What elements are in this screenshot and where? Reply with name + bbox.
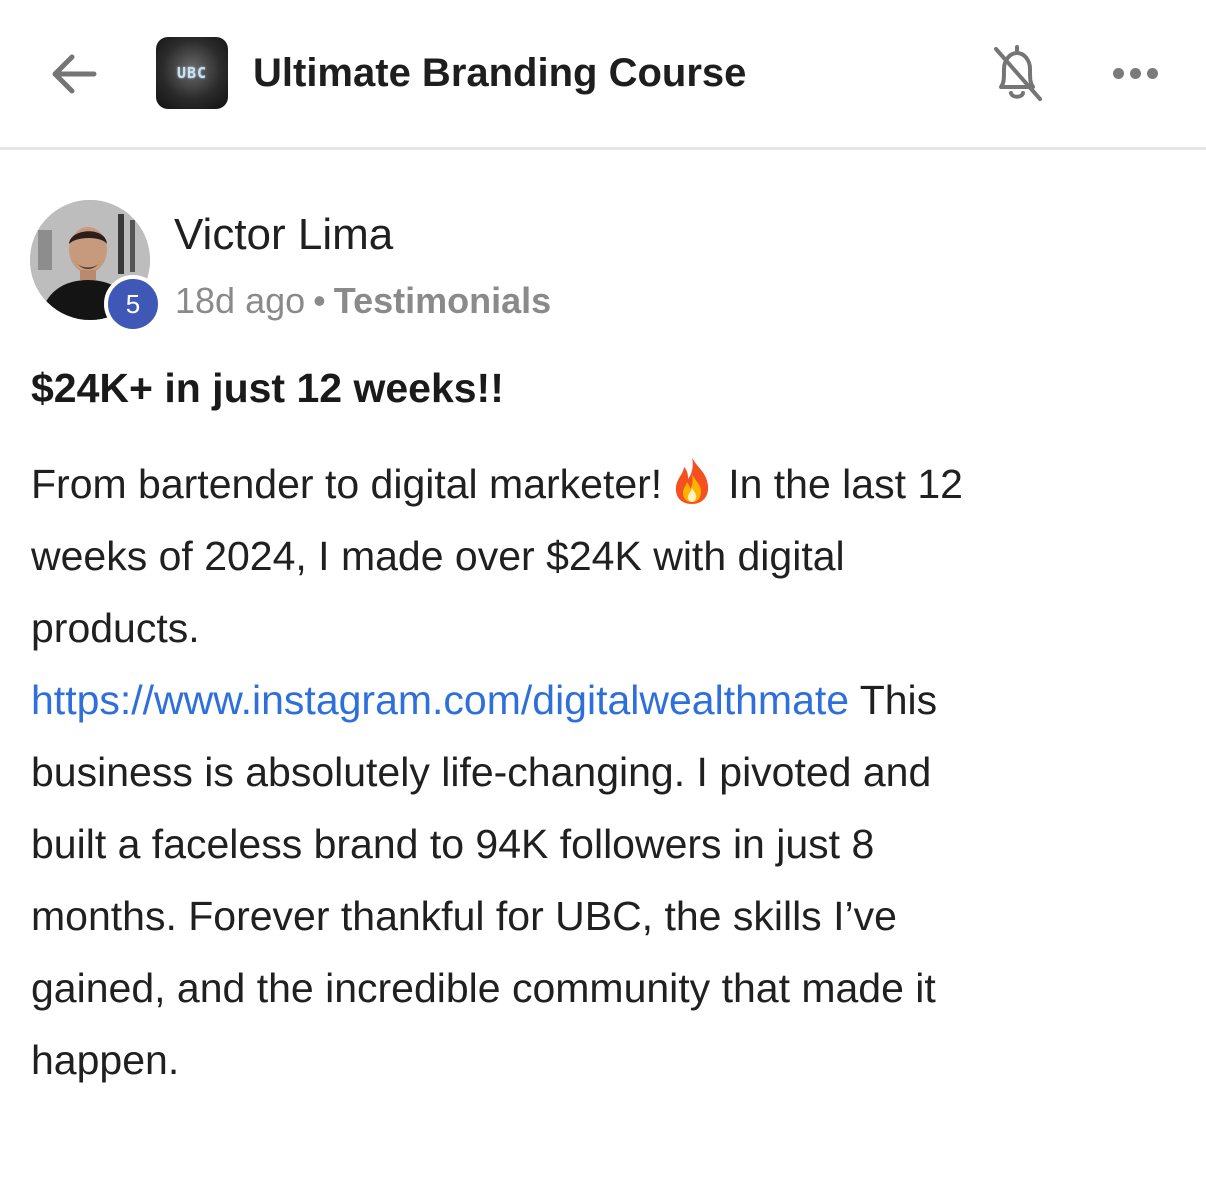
post-body: From bartender to digital marketer! In t… bbox=[31, 448, 1181, 1096]
bell-off-icon bbox=[994, 45, 1042, 101]
more-dot bbox=[1129, 67, 1141, 79]
post-body-line: business is absolutely life-changing. I … bbox=[31, 749, 932, 795]
post-meta: 18d ago • Testimonials bbox=[175, 276, 551, 326]
author-name[interactable]: Victor Lima bbox=[174, 207, 393, 263]
post-title: $24K+ in just 12 weeks!! bbox=[31, 365, 504, 411]
post-category[interactable]: Testimonials bbox=[334, 280, 551, 321]
top-app-bar: UBC Ultimate Branding Course bbox=[0, 0, 1206, 150]
group-logo-text: UBC bbox=[176, 64, 208, 82]
more-dot bbox=[1112, 67, 1124, 79]
arrow-left-icon bbox=[52, 54, 97, 94]
post-body-line: https://www.instagram.com/digitalwealthm… bbox=[31, 664, 1181, 736]
post-body-text: From bartender to digital marketer! bbox=[31, 461, 663, 507]
instagram-link[interactable]: https://www.instagram.com/digitalwealthm… bbox=[31, 677, 849, 723]
fire-icon bbox=[676, 457, 709, 504]
meta-separator: • bbox=[313, 280, 326, 321]
back-button[interactable] bbox=[44, 44, 104, 104]
group-title[interactable]: Ultimate Branding Course bbox=[253, 46, 746, 100]
post-body-line: products. bbox=[31, 605, 200, 651]
post-body-line: built a faceless brand to 94K followers … bbox=[31, 821, 875, 867]
post-time: 18d ago bbox=[175, 280, 306, 321]
level-badge: 5 bbox=[104, 275, 162, 333]
notifications-toggle-button[interactable] bbox=[986, 38, 1048, 108]
group-logo[interactable]: UBC bbox=[156, 37, 228, 109]
more-options-button[interactable] bbox=[1100, 50, 1170, 96]
more-dot bbox=[1146, 67, 1158, 79]
post-body-line: gained, and the incredible community tha… bbox=[31, 965, 936, 1011]
post-body-line: happen. bbox=[31, 1037, 180, 1083]
post-body-line: weeks of 2024, I made over $24K with dig… bbox=[31, 533, 845, 579]
post-body-line: months. Forever thankful for UBC, the sk… bbox=[31, 893, 897, 939]
post-body-text: In the last 12 bbox=[728, 461, 963, 507]
post-body-text: This bbox=[849, 677, 938, 723]
post-body-line: From bartender to digital marketer! In t… bbox=[31, 448, 1181, 520]
